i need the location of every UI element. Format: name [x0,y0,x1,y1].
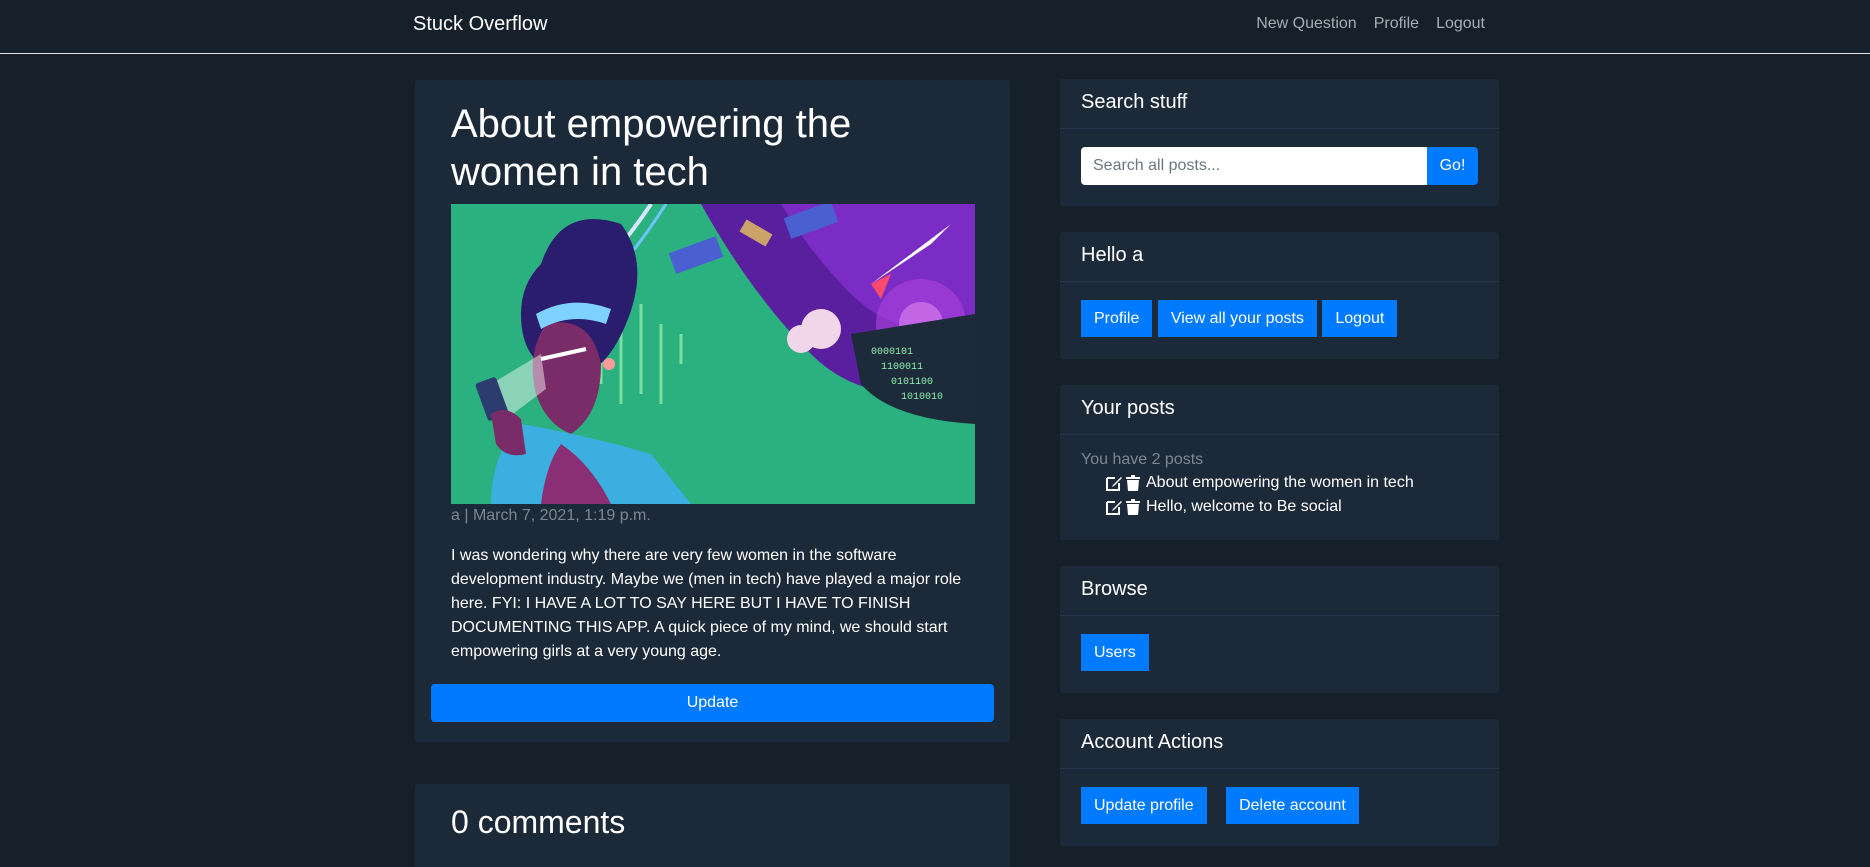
your-posts-body: You have 2 posts About empowering the wo… [1060,435,1499,537]
hello-widget-body: Profile View all your posts Logout [1060,282,1499,355]
edit-icon[interactable] [1106,475,1124,491]
navbar: Stuck Overflow New Question Profile Logo… [0,0,1870,54]
posts-count: You have 2 posts [1081,451,1204,468]
hello-profile-button[interactable]: Profile [1081,300,1153,337]
list-item: About empowering the women in tech [1106,471,1478,495]
update-profile-button[interactable]: Update profile [1081,787,1207,824]
nav-logout[interactable]: Logout [1436,15,1485,33]
users-button[interactable]: Users [1081,634,1149,671]
your-post-title[interactable]: Hello, welcome to Be social [1146,495,1342,519]
nav-new-question[interactable]: New Question [1256,15,1357,33]
svg-text:1010010: 1010010 [901,392,943,403]
nav-profile[interactable]: Profile [1374,15,1419,33]
search-widget-body: Go! [1060,129,1499,203]
browse-body: Users [1060,616,1499,689]
post-card: About empowering the women in tech 00001… [415,80,1010,742]
hello-widget: Hello a Profile View all your posts Logo… [1060,232,1499,359]
comments-card: 0 comments [415,784,1010,867]
account-actions-widget: Account Actions Update profile Delete ac… [1060,719,1499,846]
search-widget: Search stuff Go! [1060,79,1499,206]
view-all-posts-button[interactable]: View all your posts [1157,300,1317,337]
post-image: 0000101 1100011 0101100 1010010 [451,204,975,504]
svg-text:1100011: 1100011 [881,362,923,373]
your-post-title[interactable]: About empowering the women in tech [1146,471,1414,495]
svg-text:0101100: 0101100 [891,377,933,388]
svg-text:0000101: 0000101 [871,347,913,358]
post-title: About empowering the women in tech [451,102,852,194]
search-input[interactable] [1081,147,1427,185]
trash-icon[interactable] [1126,499,1144,515]
brand-link[interactable]: Stuck Overflow [413,13,547,36]
delete-account-button[interactable]: Delete account [1226,787,1359,824]
browse-header: Browse [1060,566,1499,616]
update-post-button[interactable]: Update [431,684,994,722]
account-actions-body: Update profile Delete account [1060,769,1499,842]
your-posts-header: Your posts [1060,385,1499,435]
your-posts-widget: Your posts You have 2 posts About empowe… [1060,385,1499,540]
comments-title: 0 comments [451,804,626,840]
search-row: Go! [1081,147,1478,185]
hello-widget-header: Hello a [1060,232,1499,282]
your-posts-list: About empowering the women in tech Hello… [1106,471,1478,519]
edit-icon[interactable] [1106,499,1124,515]
browse-widget: Browse Users [1060,566,1499,693]
women-in-tech-illustration: 0000101 1100011 0101100 1010010 [451,204,975,504]
post-body: I was wondering why there are very few w… [451,547,962,660]
nav-links: New Question Profile Logout [1239,15,1485,33]
search-widget-header: Search stuff [1060,79,1499,129]
trash-icon[interactable] [1126,475,1144,491]
search-go-button[interactable]: Go! [1427,147,1478,185]
list-item: Hello, welcome to Be social [1106,495,1478,519]
post-meta: a | March 7, 2021, 1:19 p.m. [451,507,651,524]
account-actions-header: Account Actions [1060,719,1499,769]
hello-logout-button[interactable]: Logout [1322,300,1398,337]
